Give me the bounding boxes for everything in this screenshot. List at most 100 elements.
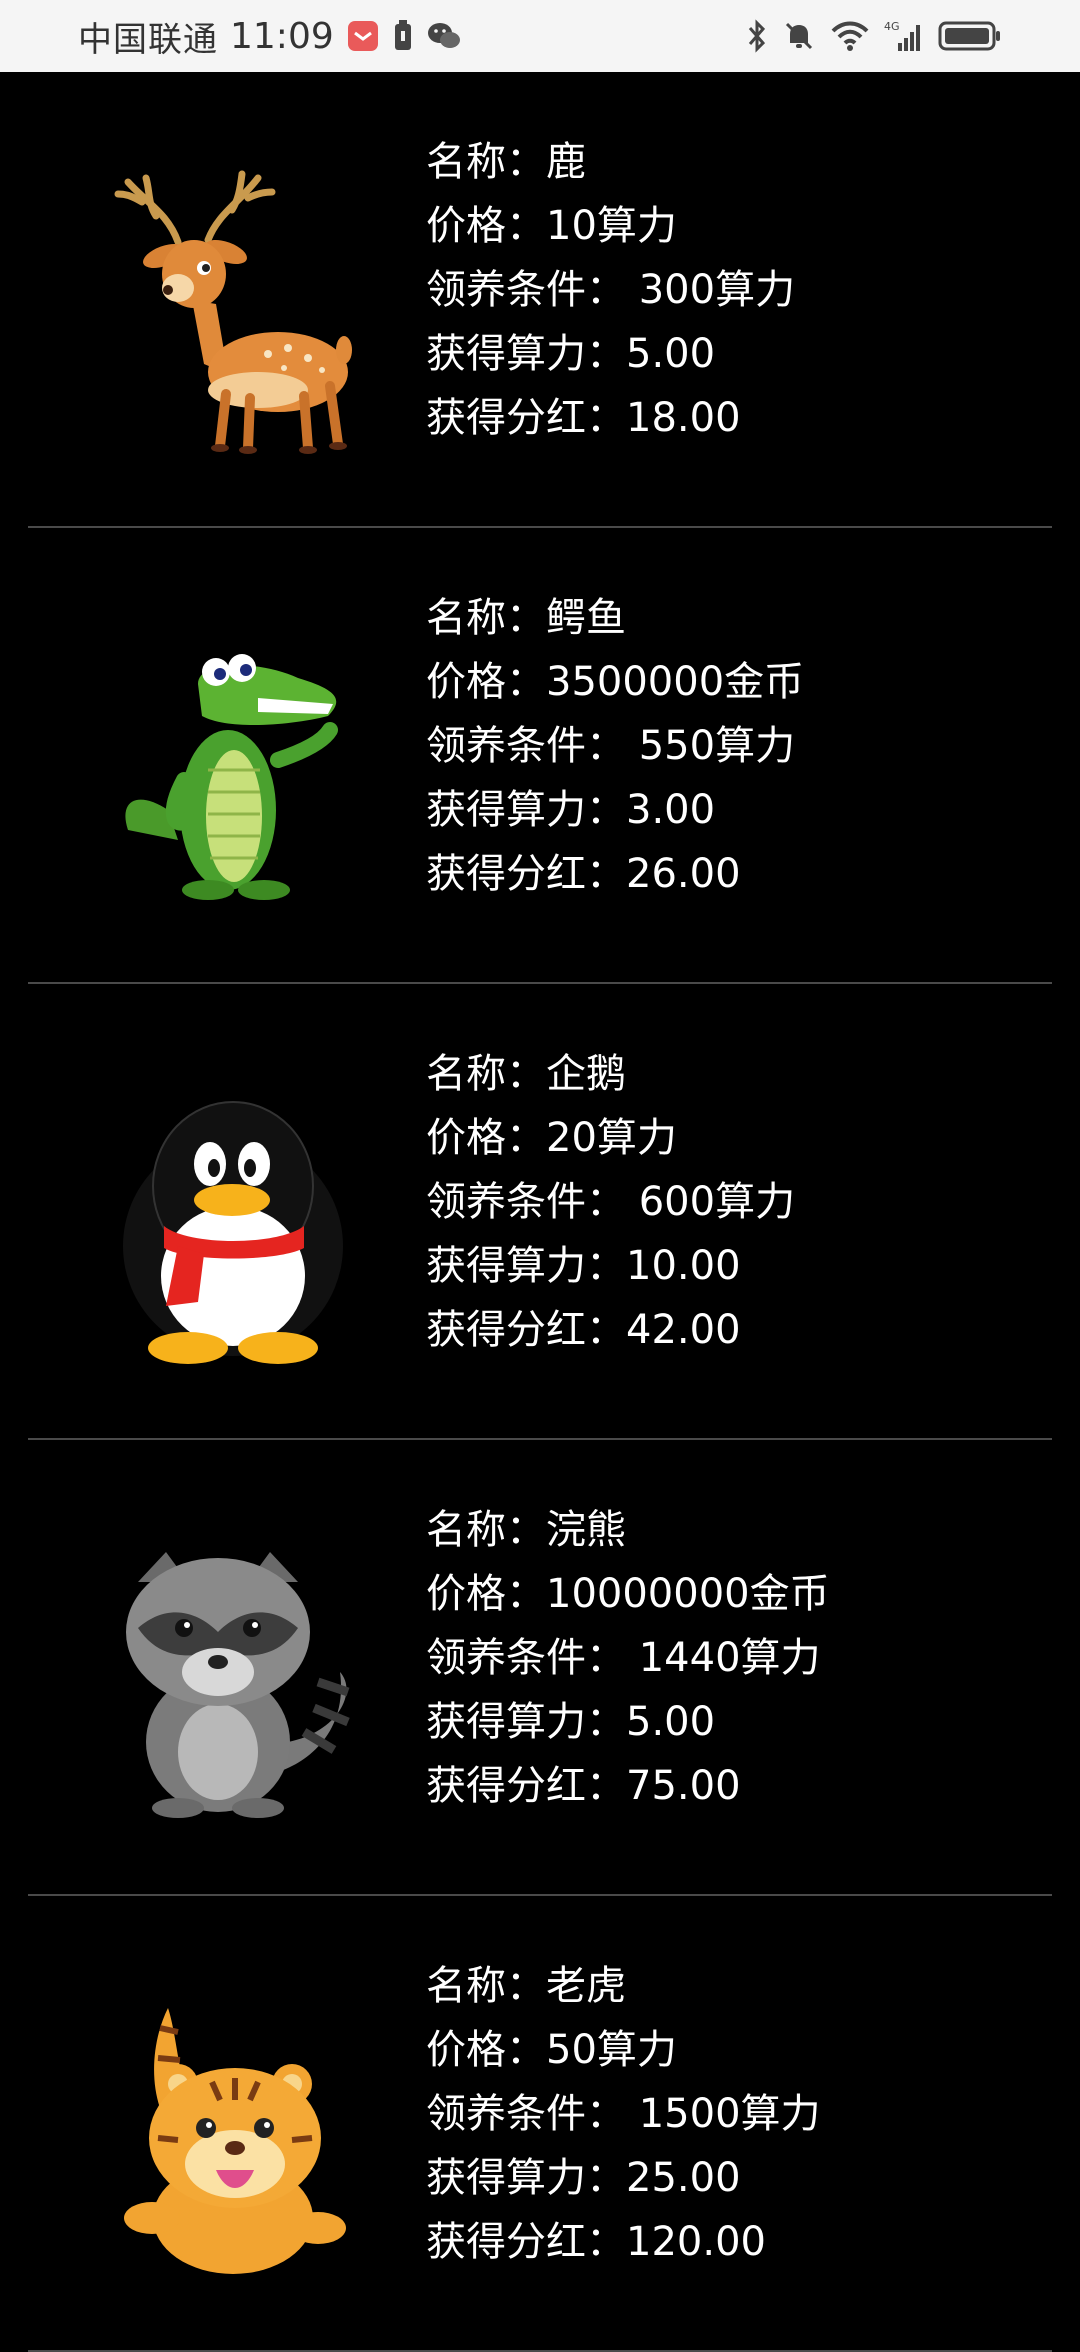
hashrate-label: 获得算力： xyxy=(426,2155,626,2201)
dividend-label: 获得分红： xyxy=(426,2219,626,2265)
condition-value: 550算力 xyxy=(638,723,796,769)
price-label: 价格： xyxy=(426,203,546,249)
price-value: 3500000金币 xyxy=(546,659,805,705)
pet-name: 企鹅 xyxy=(546,1051,626,1097)
dividend-row: 获得分红：26.00 xyxy=(426,842,804,906)
condition-value: 600算力 xyxy=(638,1179,796,1225)
price-label: 价格： xyxy=(426,1115,546,1161)
price-row: 价格：20算力 xyxy=(426,1106,795,1170)
hashrate-label: 获得算力： xyxy=(426,787,626,833)
hashrate-value: 25.00 xyxy=(626,2155,741,2201)
dividend-value: 42.00 xyxy=(626,1307,741,1353)
pet-name: 鹿 xyxy=(546,139,586,185)
name-label: 名称： xyxy=(426,1507,546,1553)
pet-name-row: 名称：企鹅 xyxy=(426,1042,795,1106)
pet-name: 鳄鱼 xyxy=(546,595,626,641)
hashrate-row: 获得算力：5.00 xyxy=(426,322,795,386)
list-item[interactable]: 名称：浣熊 价格：10000000金币 领养条件： 1440算力 获得算力：5.… xyxy=(28,1440,1052,1896)
price-label: 价格： xyxy=(426,659,546,705)
hashrate-row: 获得算力：5.00 xyxy=(426,1690,830,1754)
status-left: 中国联通 11:09 xyxy=(78,12,462,61)
price-value: 20算力 xyxy=(546,1115,677,1161)
hashrate-value: 5.00 xyxy=(626,1699,716,1745)
condition-row: 领养条件： 1440算力 xyxy=(426,1626,830,1690)
list-item[interactable]: 名称：鹿 价格：10算力 领养条件： 300算力 获得算力：5.00 获得分红：… xyxy=(28,72,1052,528)
condition-value: 1440算力 xyxy=(638,1635,821,1681)
hashrate-value: 5.00 xyxy=(626,331,716,377)
app-notification-icon xyxy=(346,19,380,53)
status-right: 4G xyxy=(746,19,1002,53)
pet-name: 老虎 xyxy=(546,1963,626,2009)
dividend-value: 26.00 xyxy=(626,851,741,897)
condition-value: 1500算力 xyxy=(638,2091,821,2137)
pet-name-row: 名称：鳄鱼 xyxy=(426,586,804,650)
price-label: 价格： xyxy=(426,2027,546,2073)
hashrate-row: 获得算力：3.00 xyxy=(426,778,804,842)
deer-icon xyxy=(108,164,358,454)
pet-info: 名称：老虎 价格：50算力 领养条件： 1500算力 获得算力：25.00 获得… xyxy=(426,1954,821,2274)
pet-name: 浣熊 xyxy=(546,1507,626,1553)
pet-name-row: 名称：鹿 xyxy=(426,130,795,194)
wifi-icon xyxy=(830,19,870,53)
dividend-row: 获得分红：18.00 xyxy=(426,386,795,450)
dividend-label: 获得分红： xyxy=(426,1307,626,1353)
dividend-row: 获得分红：42.00 xyxy=(426,1298,795,1362)
condition-row: 领养条件： 550算力 xyxy=(426,714,804,778)
pet-list: 名称：鹿 价格：10算力 领养条件： 300算力 获得算力：5.00 获得分红：… xyxy=(0,72,1080,2352)
price-label: 价格： xyxy=(426,1571,546,1617)
hashrate-label: 获得算力： xyxy=(426,331,626,377)
condition-row: 领养条件： 300算力 xyxy=(426,258,795,322)
price-row: 价格：10000000金币 xyxy=(426,1562,830,1626)
hashrate-row: 获得算力：10.00 xyxy=(426,1234,795,1298)
pet-info: 名称：鳄鱼 价格：3500000金币 领养条件： 550算力 获得算力：3.00… xyxy=(426,586,804,906)
dividend-row: 获得分红：120.00 xyxy=(426,2210,821,2274)
price-row: 价格：50算力 xyxy=(426,2018,821,2082)
dividend-value: 75.00 xyxy=(626,1763,741,1809)
dividend-label: 获得分红： xyxy=(426,1763,626,1809)
dividend-label: 获得分红： xyxy=(426,851,626,897)
carrier-name: 中国联通 xyxy=(78,19,218,60)
price-value: 50算力 xyxy=(546,2027,677,2073)
price-row: 价格：3500000金币 xyxy=(426,650,804,714)
dividend-value: 120.00 xyxy=(626,2219,766,2265)
hashrate-value: 10.00 xyxy=(626,1243,741,1289)
raccoon-icon xyxy=(108,1532,358,1822)
pet-info: 名称：浣熊 价格：10000000金币 领养条件： 1440算力 获得算力：5.… xyxy=(426,1498,830,1818)
dividend-value: 18.00 xyxy=(626,395,741,441)
status-bar: 中国联通 11:09 4G xyxy=(0,0,1080,72)
network-type-label: 4G xyxy=(884,20,900,33)
clock-time: 11:09 xyxy=(230,15,334,57)
condition-label: 领养条件： xyxy=(426,1635,626,1681)
hashrate-value: 3.00 xyxy=(626,787,716,833)
list-item[interactable]: 名称：鳄鱼 价格：3500000金币 领养条件： 550算力 获得算力：3.00… xyxy=(28,528,1052,984)
pet-info: 名称：鹿 价格：10算力 领养条件： 300算力 获得算力：5.00 获得分红：… xyxy=(426,130,795,450)
mute-bell-icon xyxy=(782,19,816,53)
condition-value: 300算力 xyxy=(638,267,796,313)
crocodile-icon xyxy=(108,620,358,910)
condition-row: 领养条件： 1500算力 xyxy=(426,2082,821,2146)
name-label: 名称： xyxy=(426,595,546,641)
battery-saver-icon xyxy=(392,19,414,53)
name-label: 名称： xyxy=(426,139,546,185)
pet-info: 名称：企鹅 价格：20算力 领养条件： 600算力 获得算力：10.00 获得分… xyxy=(426,1042,795,1362)
cellular-signal-icon: 4G xyxy=(884,19,924,53)
tiger-icon xyxy=(108,1988,358,2278)
list-item[interactable]: 名称：企鹅 价格：20算力 领养条件： 600算力 获得算力：10.00 获得分… xyxy=(28,984,1052,1440)
condition-row: 领养条件： 600算力 xyxy=(426,1170,795,1234)
dividend-row: 获得分红：75.00 xyxy=(426,1754,830,1818)
bluetooth-icon xyxy=(746,19,768,53)
condition-label: 领养条件： xyxy=(426,1179,626,1225)
pet-name-row: 名称：浣熊 xyxy=(426,1498,830,1562)
hashrate-row: 获得算力：25.00 xyxy=(426,2146,821,2210)
name-label: 名称： xyxy=(426,1963,546,2009)
list-item[interactable]: 名称：老虎 价格：50算力 领养条件： 1500算力 获得算力：25.00 获得… xyxy=(28,1896,1052,2352)
condition-label: 领养条件： xyxy=(426,267,626,313)
pet-name-row: 名称：老虎 xyxy=(426,1954,821,2018)
price-value: 10算力 xyxy=(546,203,677,249)
condition-label: 领养条件： xyxy=(426,723,626,769)
battery-icon xyxy=(938,19,1002,53)
price-row: 价格：10算力 xyxy=(426,194,795,258)
dividend-label: 获得分红： xyxy=(426,395,626,441)
penguin-icon xyxy=(108,1076,358,1366)
condition-label: 领养条件： xyxy=(426,2091,626,2137)
